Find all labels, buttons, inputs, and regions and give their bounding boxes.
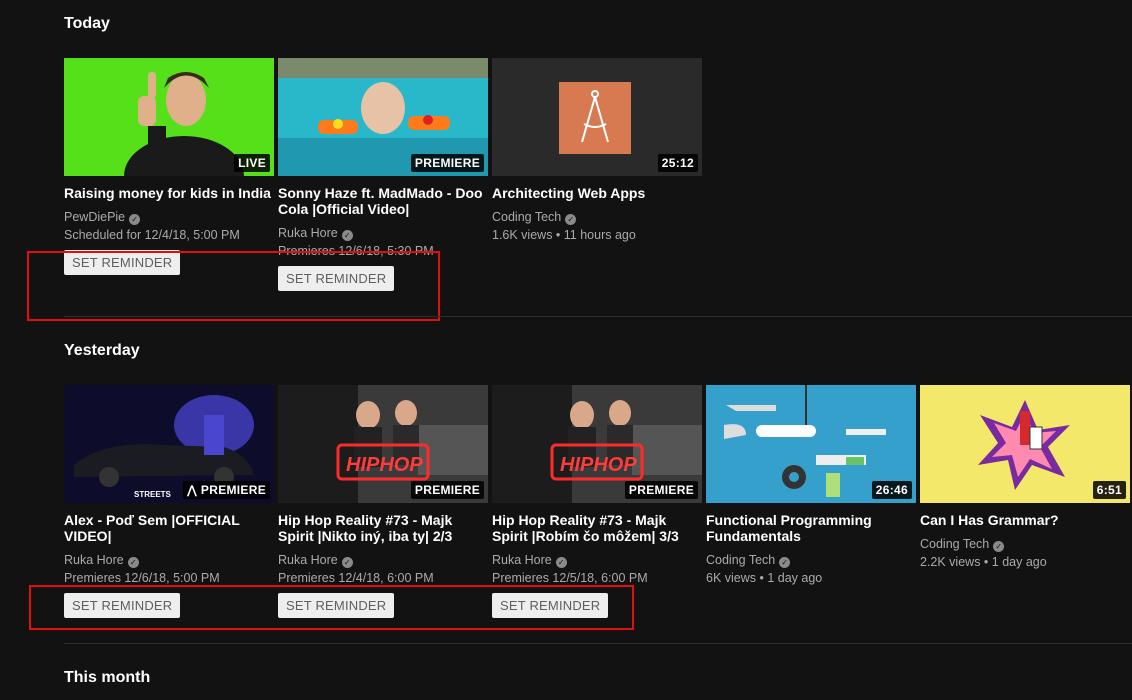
video-thumbnail[interactable]: PREMIERE xyxy=(278,58,488,176)
premiere-badge: PREMIERE xyxy=(624,481,698,499)
verified-icon: ✓ xyxy=(993,541,1005,552)
verified-icon: ✓ xyxy=(341,557,353,568)
verified-icon: ✓ xyxy=(341,230,353,241)
section-title-yesterday: Yesterday xyxy=(64,342,140,359)
video-thumbnail[interactable]: 6:51 xyxy=(920,385,1130,503)
channel-name[interactable]: Coding Tech ✓ xyxy=(706,551,916,569)
video-title[interactable]: Hip Hop Reality #73 - Majk Spirit |Robím… xyxy=(492,512,702,544)
live-badge: LIVE xyxy=(234,154,270,172)
video-thumbnail[interactable]: 26:46 xyxy=(706,385,916,503)
section-divider xyxy=(64,643,1132,644)
video-title[interactable]: Alex - Poď Sem |OFFICIAL VIDEO| xyxy=(64,512,274,544)
video-title[interactable]: Sonny Haze ft. MadMado - Doo Cola |Offic… xyxy=(278,185,488,217)
channel-name[interactable]: Ruka Hore ✓ xyxy=(492,551,702,569)
premiere-icon: ⋀ xyxy=(186,483,198,497)
duration-badge: 25:12 xyxy=(657,154,698,172)
verified-icon: ✓ xyxy=(779,557,791,568)
channel-name[interactable]: Ruka Hore ✓ xyxy=(278,224,488,242)
thumbnail-overlay-text: STREETS xyxy=(134,490,172,499)
channel-name[interactable]: PewDiePie ✓ xyxy=(64,208,274,226)
views-text: 1.6K views • 11 hours ago xyxy=(492,228,636,242)
video-card[interactable]: HIPHOP PREMIERE Hip Hop Reality #73 - Ma… xyxy=(278,385,488,618)
channel-name[interactable]: Coding Tech ✓ xyxy=(920,535,1130,553)
video-card[interactable]: STREETS ⋀ PREMIERE Alex - Poď Sem |OFFIC… xyxy=(64,385,274,618)
video-thumbnail[interactable]: HIPHOP PREMIERE xyxy=(492,385,702,503)
verified-icon: ✓ xyxy=(127,557,139,568)
video-card[interactable]: HIPHOP PREMIERE Hip Hop Reality #73 - Ma… xyxy=(492,385,702,618)
schedule-text: Scheduled for 12/4/18, 5:00 PM xyxy=(64,228,240,242)
video-card[interactable]: 26:46 Functional Programming Fundamental… xyxy=(706,385,916,587)
verified-icon: ✓ xyxy=(555,557,567,568)
highlight-box xyxy=(29,585,634,630)
premiere-badge: PREMIERE xyxy=(410,154,484,172)
section-divider xyxy=(64,316,1132,317)
verified-icon: ✓ xyxy=(565,214,577,225)
video-card[interactable]: LIVE Raising money for kids in India Pew… xyxy=(64,58,274,275)
channel-name[interactable]: Ruka Hore ✓ xyxy=(278,551,488,569)
verified-icon: ✓ xyxy=(129,214,141,225)
duration-badge: 26:46 xyxy=(871,481,912,499)
video-title[interactable]: Raising money for kids in India xyxy=(64,185,274,201)
video-title[interactable]: Functional Programming Fundamentals xyxy=(706,512,916,544)
video-title[interactable]: Can I Has Grammar? xyxy=(920,512,1130,528)
channel-name[interactable]: Ruka Hore ✓ xyxy=(64,551,274,569)
video-thumbnail[interactable]: 25:12 xyxy=(492,58,702,176)
thumbnail-overlay-text: HIPHOP xyxy=(560,454,637,476)
duration-badge: 6:51 xyxy=(1092,481,1126,499)
video-title[interactable]: Hip Hop Reality #73 - Majk Spirit |Nikto… xyxy=(278,512,488,544)
video-thumbnail[interactable]: HIPHOP PREMIERE xyxy=(278,385,488,503)
video-thumbnail[interactable]: STREETS ⋀ PREMIERE xyxy=(64,385,274,503)
video-thumbnail[interactable]: LIVE xyxy=(64,58,274,176)
highlight-box xyxy=(27,251,440,321)
video-card[interactable]: 25:12 Architecting Web Apps Coding Tech ✓… xyxy=(492,58,702,244)
section-title-this-month: This month xyxy=(64,669,151,686)
video-title[interactable]: Architecting Web Apps xyxy=(492,185,702,201)
thumbnail-overlay-text: HIPHOP xyxy=(346,454,423,476)
premiere-badge: ⋀ PREMIERE xyxy=(182,481,270,499)
video-card[interactable]: 6:51 Can I Has Grammar? Coding Tech ✓ 2.2… xyxy=(920,385,1130,571)
section-title-today: Today xyxy=(64,15,110,32)
views-text: 6K views • 1 day ago xyxy=(706,571,823,585)
views-text: 2.2K views • 1 day ago xyxy=(920,555,1047,569)
premiere-badge: PREMIERE xyxy=(410,481,484,499)
channel-name[interactable]: Coding Tech ✓ xyxy=(492,208,702,226)
